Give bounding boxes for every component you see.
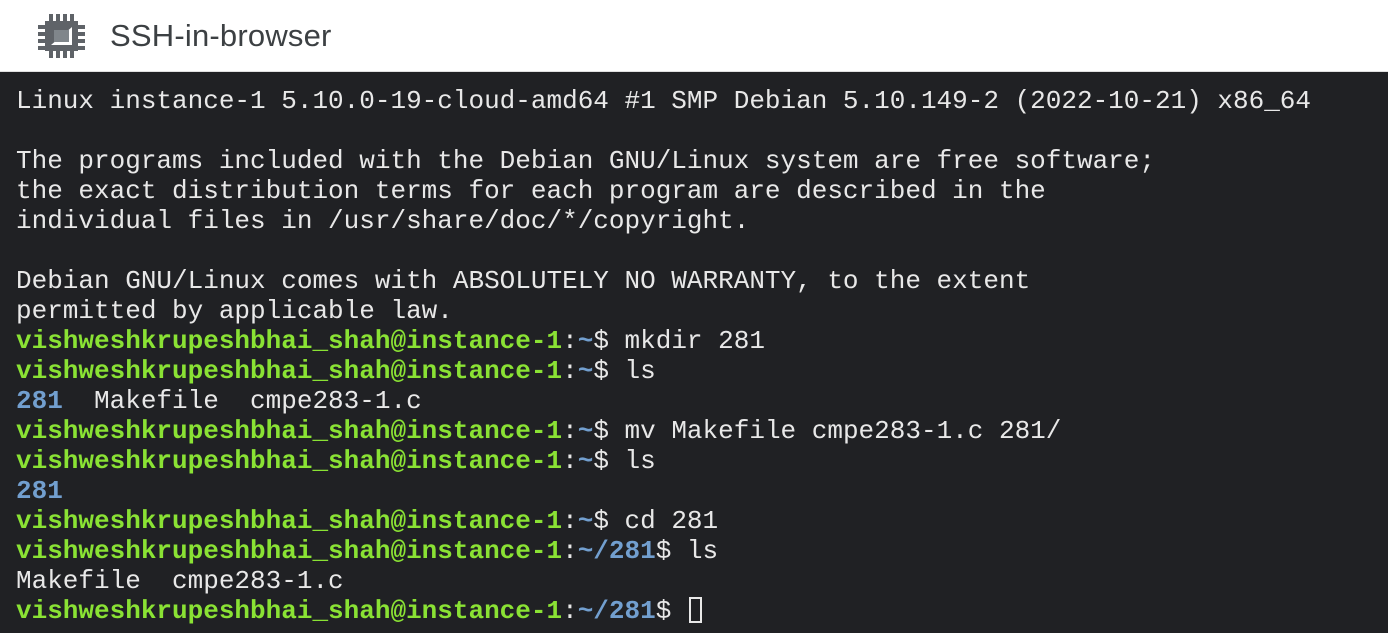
terminal-line: individual files in /usr/share/doc/*/cop…: [16, 206, 750, 236]
prompt-path: ~/281: [577, 536, 656, 566]
command-text: $ mkdir 281: [593, 326, 765, 356]
output-line: 281 Makefile cmpe283-1.c: [16, 386, 1388, 416]
terminal-line: permitted by applicable law.: [16, 296, 453, 326]
prompt-line: vishweshkrupeshbhai_shah@instance-1:~$ m…: [16, 326, 1388, 356]
command-text: $: [655, 596, 687, 626]
prompt-sep: :: [562, 416, 578, 446]
prompt-sep: :: [562, 536, 578, 566]
prompt-path: ~: [577, 356, 594, 386]
prompt-sep: :: [562, 506, 578, 536]
prompt-user: vishweshkrupeshbhai_shah@instance-1: [16, 506, 563, 536]
prompt-sep: :: [562, 326, 578, 356]
terminal[interactable]: Linux instance-1 5.10.0-19-cloud-amd64 #…: [0, 72, 1388, 633]
command-text: $ ls: [655, 536, 719, 566]
chip-icon: [34, 12, 90, 60]
prompt-path: ~: [577, 416, 594, 446]
prompt-line: vishweshkrupeshbhai_shah@instance-1:~/28…: [16, 536, 1388, 566]
directory-entry: 281: [16, 476, 63, 506]
terminal-line: Debian GNU/Linux comes with ABSOLUTELY N…: [16, 266, 1031, 296]
prompt-line: vishweshkrupeshbhai_shah@instance-1:~/28…: [16, 596, 1388, 626]
prompt-path: ~/281: [577, 596, 656, 626]
prompt-user: vishweshkrupeshbhai_shah@instance-1: [16, 596, 563, 626]
app-header: SSH-in-browser: [0, 0, 1388, 72]
ssh-window: SSH-in-browser Linux instance-1 5.10.0-1…: [0, 0, 1388, 633]
prompt-user: vishweshkrupeshbhai_shah@instance-1: [16, 446, 563, 476]
prompt-path: ~: [577, 326, 594, 356]
command-text: $ cd 281: [593, 506, 719, 536]
output-line: 281: [16, 476, 1388, 506]
terminal-cursor[interactable]: [688, 597, 702, 623]
prompt-user: vishweshkrupeshbhai_shah@instance-1: [16, 326, 563, 356]
prompt-sep: :: [562, 446, 578, 476]
terminal-line: the exact distribution terms for each pr…: [16, 176, 1046, 206]
prompt-user: vishweshkrupeshbhai_shah@instance-1: [16, 416, 563, 446]
terminal-line: Linux instance-1 5.10.0-19-cloud-amd64 #…: [16, 86, 1312, 116]
prompt-line: vishweshkrupeshbhai_shah@instance-1:~$ c…: [16, 506, 1388, 536]
prompt-user: vishweshkrupeshbhai_shah@instance-1: [16, 536, 563, 566]
prompt-line: vishweshkrupeshbhai_shah@instance-1:~$ m…: [16, 416, 1388, 446]
prompt-path: ~: [577, 506, 594, 536]
app-title: SSH-in-browser: [110, 17, 332, 53]
prompt-user: vishweshkrupeshbhai_shah@instance-1: [16, 356, 563, 386]
prompt-sep: :: [562, 596, 578, 626]
command-text: $ ls: [593, 446, 656, 476]
terminal-line: The programs included with the Debian GN…: [16, 146, 1155, 176]
command-text: $ mv Makefile cmpe283-1.c 281/: [593, 416, 1062, 446]
output-line: Makefile cmpe283-1.c: [16, 566, 344, 596]
directory-entry: 281: [16, 386, 63, 416]
prompt-line: vishweshkrupeshbhai_shah@instance-1:~$ l…: [16, 446, 1388, 476]
command-text: $ ls: [593, 356, 656, 386]
file-entries: Makefile cmpe283-1.c: [62, 386, 422, 416]
prompt-sep: :: [562, 356, 578, 386]
prompt-line: vishweshkrupeshbhai_shah@instance-1:~$ l…: [16, 356, 1388, 386]
prompt-path: ~: [577, 446, 594, 476]
